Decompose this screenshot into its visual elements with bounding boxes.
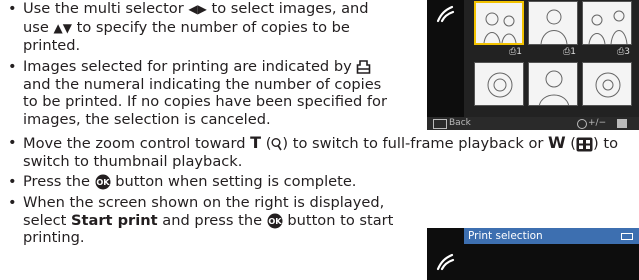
thumbnail-image[interactable] bbox=[582, 1, 632, 45]
bullet-dot: • bbox=[8, 194, 17, 211]
camera-screen-print-menu: Print selection bbox=[427, 228, 639, 280]
text: button to start bbox=[282, 211, 394, 229]
copy-count: ⎙3 bbox=[617, 47, 630, 57]
thumbnail-image[interactable] bbox=[528, 1, 578, 45]
copy-number: 3 bbox=[624, 47, 630, 57]
zoom-icon bbox=[617, 119, 627, 128]
start-print-label: Start print bbox=[71, 211, 158, 229]
text: printing. bbox=[23, 229, 85, 246]
text: select bbox=[23, 211, 71, 229]
instruction-print-indicator: Images selected for printing are indicat… bbox=[23, 58, 387, 128]
adjust-copies-label: +/− bbox=[588, 118, 607, 128]
ok-button-icon: OK bbox=[95, 174, 111, 190]
thumbnail-image[interactable] bbox=[474, 1, 524, 45]
text: button when setting is complete. bbox=[110, 173, 357, 190]
ok-label: OK bbox=[268, 216, 282, 226]
magnifier-icon bbox=[271, 138, 283, 151]
multi-selector-icon bbox=[577, 119, 587, 129]
copy-number: 1 bbox=[516, 47, 522, 57]
text: Use the multi selector bbox=[23, 0, 189, 17]
text: switch to thumbnail playback. bbox=[23, 152, 243, 170]
text: ( bbox=[565, 135, 577, 152]
tele-label: T bbox=[250, 133, 262, 152]
text: and press the bbox=[157, 211, 267, 229]
thumbnail-grid-icon bbox=[576, 137, 593, 151]
ok-button-icon: OK bbox=[267, 213, 283, 228]
thumbnail-image[interactable] bbox=[474, 62, 524, 106]
text: and the numeral indicating the number of… bbox=[23, 75, 382, 93]
wide-label: W bbox=[548, 133, 566, 152]
text: use bbox=[23, 18, 54, 36]
pictbridge-icon bbox=[436, 5, 455, 23]
text: to specify the number of copies to be bbox=[71, 18, 350, 36]
text: printed. bbox=[23, 37, 81, 54]
bullet-dot: • bbox=[8, 0, 17, 17]
copy-number: 1 bbox=[570, 47, 576, 57]
text: Images selected for printing are indicat… bbox=[23, 58, 357, 75]
bullet-dot: • bbox=[8, 58, 17, 75]
text: Press the bbox=[23, 173, 95, 190]
text: images, the selection is canceled. bbox=[23, 110, 271, 128]
copy-count: ⎙1 bbox=[509, 47, 522, 57]
instruction-zoom-control: Move the zoom control toward T ( ) to swi… bbox=[23, 134, 618, 170]
bullet-dot: • bbox=[8, 134, 17, 151]
instruction-start-print: When the screen shown on the right is di… bbox=[23, 194, 393, 247]
screen-sidebar bbox=[427, 0, 464, 130]
instruction-press-ok: Press the OK button when setting is comp… bbox=[23, 173, 356, 191]
thumbnail-grid: ⎙1 ⎙1 ⎙3 bbox=[464, 0, 639, 117]
print-order-icon bbox=[357, 60, 371, 74]
menu-button-icon bbox=[433, 119, 447, 129]
text: to select images, and bbox=[206, 0, 369, 17]
title-text: Print selection bbox=[468, 230, 543, 242]
instruction-multi-selector: Use the multi selector ◀▶ to select imag… bbox=[23, 0, 369, 55]
up-down-arrows-icon: ▲▼ bbox=[53, 20, 72, 35]
text: ) to bbox=[593, 135, 618, 152]
ok-label: OK bbox=[96, 177, 110, 187]
battery-icon bbox=[621, 233, 633, 240]
bullet-dot: • bbox=[8, 173, 17, 190]
thumbnail-image[interactable] bbox=[582, 62, 632, 106]
text: When the screen shown on the right is di… bbox=[23, 194, 385, 211]
thumbnail-image[interactable] bbox=[528, 62, 578, 106]
print-selection-title: Print selection bbox=[464, 228, 639, 244]
back-label: Back bbox=[449, 118, 471, 128]
copy-count: ⎙1 bbox=[563, 47, 576, 57]
text: ) to switch to full-frame playback or bbox=[282, 135, 549, 152]
camera-screen-print-selection: ⎙1 ⎙1 ⎙3 Back +/− bbox=[427, 0, 639, 130]
text: ( bbox=[261, 135, 272, 152]
text: Move the zoom control toward bbox=[23, 135, 251, 152]
pictbridge-icon bbox=[436, 253, 455, 271]
text: to be printed. If no copies have been sp… bbox=[23, 93, 387, 110]
screen-footer: Back +/− bbox=[427, 117, 639, 130]
left-right-arrows-icon: ◀▶ bbox=[188, 2, 207, 16]
